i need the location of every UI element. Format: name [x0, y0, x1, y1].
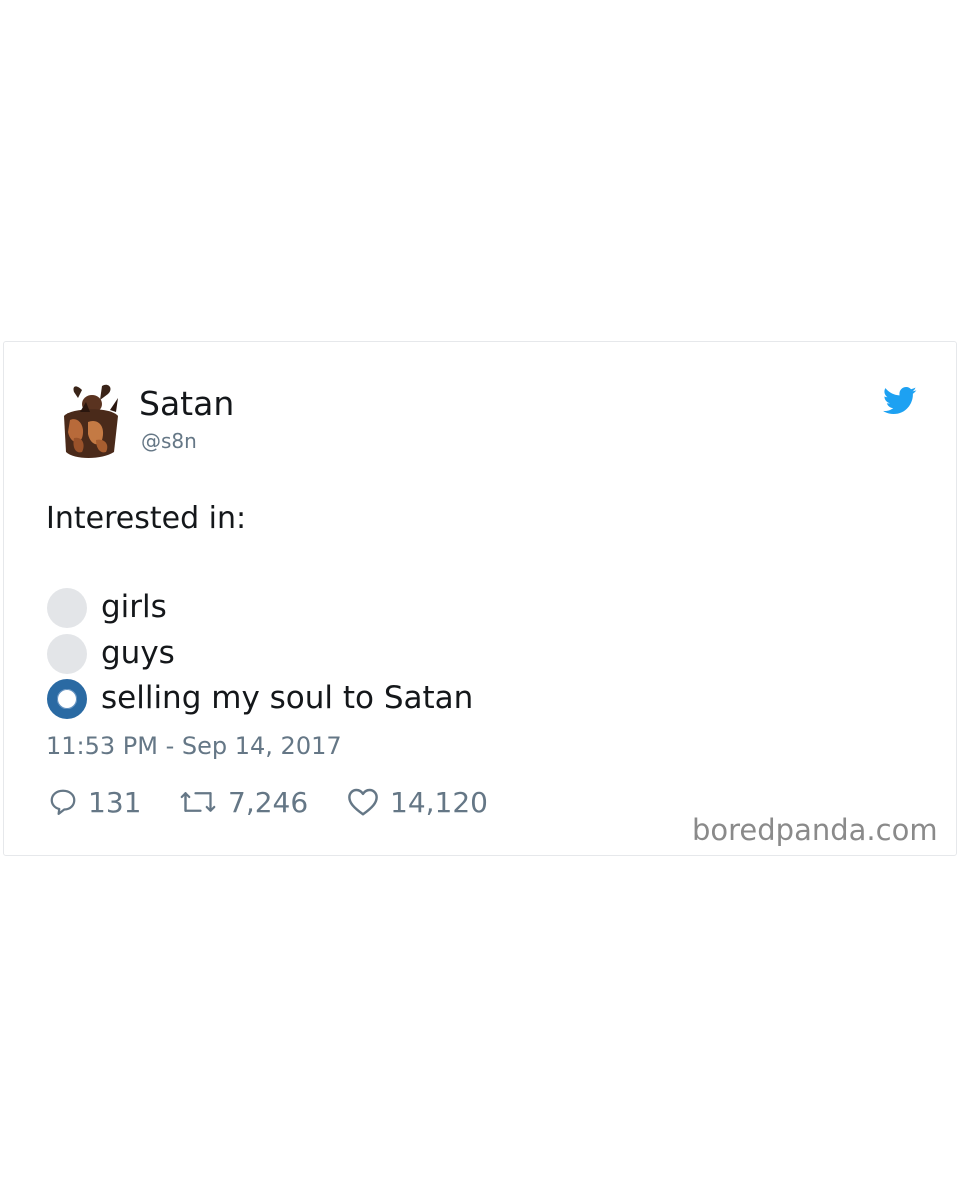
retweet-button[interactable]: 7,246 — [178, 782, 308, 822]
reply-button[interactable]: 131 — [48, 782, 141, 822]
poll-option-label: girls — [101, 589, 167, 625]
tweet-timestamp[interactable]: 11:53 PM - Sep 14, 2017 — [46, 730, 342, 762]
avatar[interactable] — [52, 382, 124, 460]
twitter-bird-icon[interactable] — [883, 386, 917, 416]
retweet-count: 7,246 — [228, 785, 309, 819]
radio-unselected[interactable] — [47, 634, 87, 674]
heart-icon — [348, 788, 378, 816]
poll-option-label: selling my soul to Satan — [101, 680, 474, 716]
reply-bubble-icon — [50, 789, 76, 815]
like-button[interactable]: 14,120 — [346, 782, 488, 822]
watermark: boredpanda.com — [692, 813, 938, 847]
radio-unselected[interactable] — [47, 588, 87, 628]
user-handle[interactable]: @s8n — [141, 428, 197, 454]
demon-avatar-icon — [64, 384, 118, 458]
poll-option-guys[interactable]: guys — [47, 632, 647, 676]
poll-option-selling-soul[interactable]: selling my soul to Satan — [47, 677, 647, 721]
reply-count: 131 — [88, 785, 142, 819]
tweet-text: Interested in: — [46, 501, 247, 536]
retweet-icon — [180, 792, 216, 812]
tweet-card: Satan @s8n Interested in: girls guys sel… — [3, 341, 957, 856]
like-count: 14,120 — [390, 785, 488, 819]
display-name[interactable]: Satan — [139, 384, 234, 424]
poll-option-girls[interactable]: girls — [47, 586, 647, 630]
radio-selected[interactable] — [47, 679, 87, 719]
poll-option-label: guys — [101, 635, 175, 671]
